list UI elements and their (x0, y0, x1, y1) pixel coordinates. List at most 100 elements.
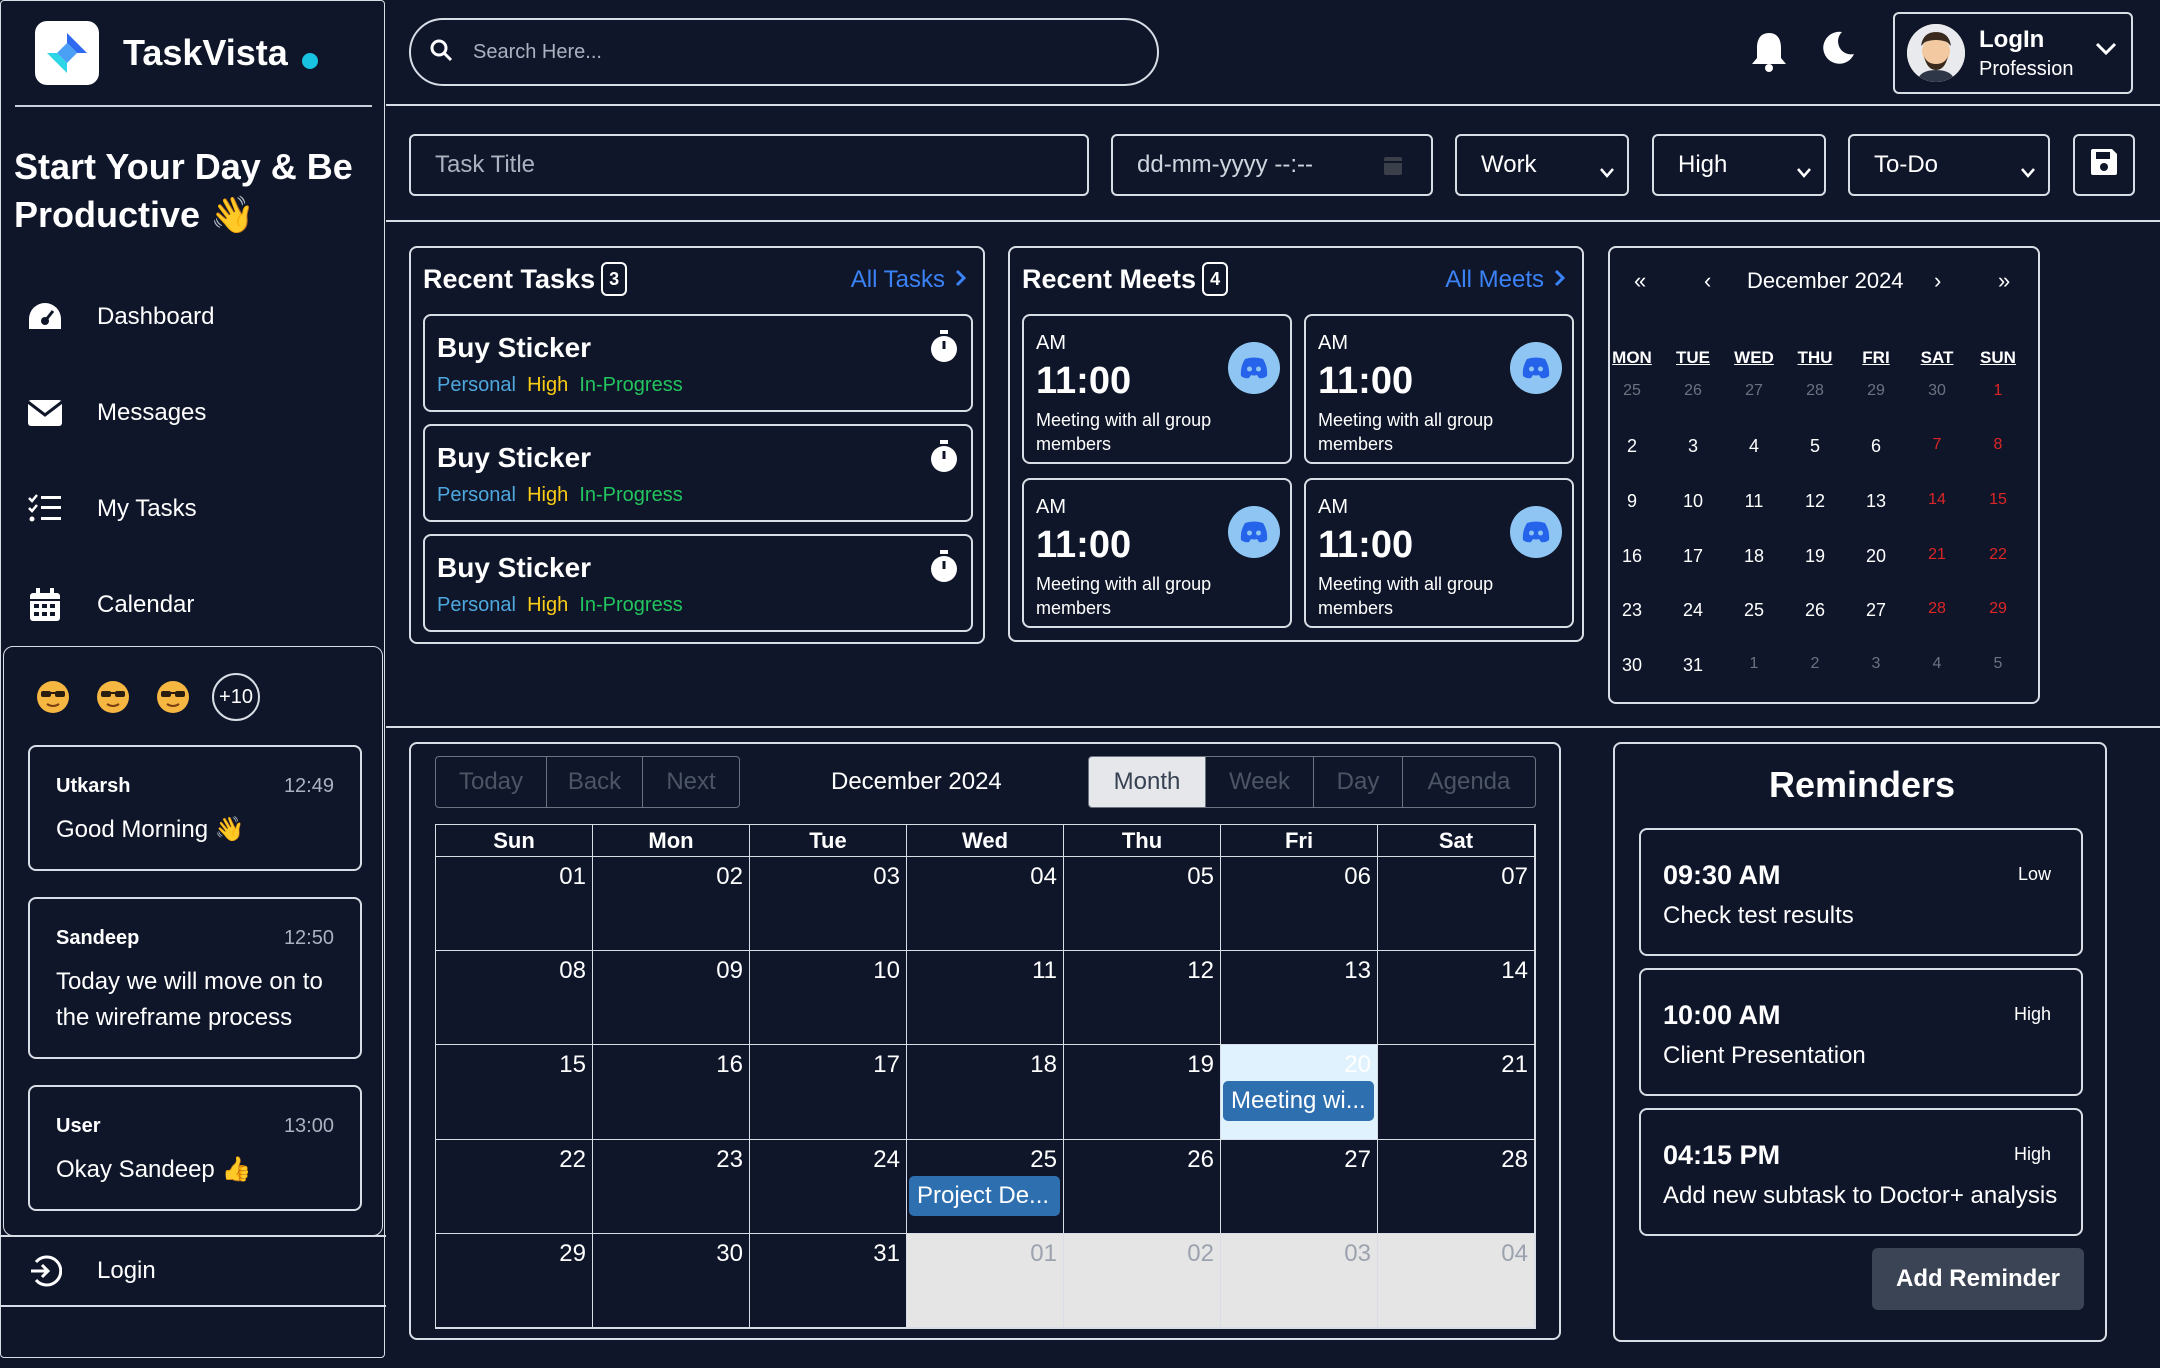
calendar-day-cell[interactable]: 27 (1221, 1140, 1378, 1234)
calendar-day-cell[interactable]: 19 (1064, 1045, 1221, 1140)
mini-calendar-day[interactable]: 24 (1668, 600, 1718, 621)
mini-calendar-day[interactable]: 17 (1668, 546, 1718, 567)
discord-icon[interactable] (1510, 342, 1562, 394)
mini-calendar-day[interactable]: 10 (1668, 491, 1718, 512)
mini-calendar-day[interactable]: 20 (1851, 546, 1901, 567)
calendar-day-cell[interactable]: 30 (593, 1234, 750, 1328)
mini-calendar-day[interactable]: 16 (1607, 546, 1657, 567)
task-title-input[interactable]: Task Title (409, 134, 1089, 196)
mini-calendar-day[interactable]: 9 (1607, 491, 1657, 512)
mini-calendar-day[interactable]: 19 (1790, 546, 1840, 567)
calendar-day-cell[interactable]: 14 (1378, 951, 1535, 1045)
reminder-card[interactable]: 04:15 PM High Add new subtask to Doctor+… (1639, 1108, 2083, 1236)
mini-calendar-day[interactable]: 3 (1851, 655, 1901, 673)
calendar-day-cell[interactable]: 04 (907, 857, 1064, 951)
prev-month-button[interactable]: ‹ (1704, 268, 1711, 294)
meet-card[interactable]: AM 11:00 Meeting with all group members (1304, 314, 1574, 464)
next-month-button[interactable]: › (1934, 268, 1941, 294)
mini-calendar-day[interactable]: 27 (1729, 382, 1779, 400)
task-card[interactable]: Buy Sticker Personal High In-Progress (423, 314, 973, 412)
add-reminder-button[interactable]: Add Reminder (1872, 1248, 2084, 1310)
calendar-day-cell[interactable]: 31 (750, 1234, 907, 1328)
reminder-card[interactable]: 09:30 AM Low Check test results (1639, 828, 2083, 956)
all-meets-link[interactable]: All Meets (1445, 266, 1566, 294)
mini-calendar-day[interactable]: 29 (1851, 382, 1901, 400)
more-participants-badge[interactable]: +10 (212, 673, 260, 721)
calendar-day-cell[interactable]: 02 (593, 857, 750, 951)
mini-calendar-day[interactable]: 15 (1973, 491, 2023, 509)
login-button[interactable]: Login (1, 1235, 386, 1307)
mini-calendar-day[interactable]: 7 (1912, 436, 1962, 454)
calendar-day-cell[interactable]: 09 (593, 951, 750, 1045)
priority-select[interactable]: High (1652, 134, 1826, 196)
bell-icon[interactable] (1749, 30, 1789, 77)
mini-calendar-day[interactable]: 26 (1668, 382, 1718, 400)
mini-calendar-day[interactable]: 29 (1973, 600, 2023, 618)
calendar-day-cell[interactable]: 03 (1221, 1234, 1378, 1328)
mini-calendar-day[interactable]: 11 (1729, 491, 1779, 512)
reminder-card[interactable]: 10:00 AM High Client Presentation (1639, 968, 2083, 1096)
mini-calendar-day[interactable]: 5 (1973, 655, 2023, 673)
avatar-emoji[interactable] (32, 676, 74, 718)
mini-calendar-day[interactable]: 28 (1912, 600, 1962, 618)
nav-item-dashboard[interactable]: Dashboard (1, 285, 386, 349)
prev-year-button[interactable]: « (1634, 268, 1646, 294)
mini-calendar-day[interactable]: 23 (1607, 600, 1657, 621)
chat-message[interactable]: Sandeep 12:50 Today we will move on to th… (28, 897, 362, 1059)
category-select[interactable]: Work (1455, 134, 1629, 196)
meet-card[interactable]: AM 11:00 Meeting with all group members (1022, 478, 1292, 628)
discord-icon[interactable] (1228, 506, 1280, 558)
back-button[interactable]: Back (546, 756, 643, 808)
taskvista-logo[interactable] (35, 21, 99, 85)
mini-calendar-day[interactable]: 18 (1729, 546, 1779, 567)
calendar-day-cell[interactable]: 02 (1064, 1234, 1221, 1328)
task-card[interactable]: Buy Sticker Personal High In-Progress (423, 534, 973, 632)
calendar-day-cell[interactable]: 04 (1378, 1234, 1535, 1328)
save-task-button[interactable] (2073, 134, 2135, 196)
mini-calendar-day[interactable]: 28 (1790, 382, 1840, 400)
discord-icon[interactable] (1228, 342, 1280, 394)
user-profile-menu[interactable]: LogIn Profession (1893, 12, 2133, 94)
view-month-button[interactable]: Month (1088, 756, 1206, 808)
view-agenda-button[interactable]: Agenda (1402, 756, 1536, 808)
mini-calendar-day[interactable]: 13 (1851, 491, 1901, 512)
calendar-day-cell[interactable]: 22 (436, 1140, 593, 1234)
calendar-day-cell[interactable]: 28 (1378, 1140, 1535, 1234)
calendar-day-cell[interactable]: 06 (1221, 857, 1378, 951)
calendar-day-cell[interactable]: 18 (907, 1045, 1064, 1140)
mini-calendar-day[interactable]: 12 (1790, 491, 1840, 512)
calendar-day-cell[interactable]: 10 (750, 951, 907, 1045)
mini-calendar-day[interactable]: 1 (1973, 382, 2023, 400)
mini-calendar-day[interactable]: 25 (1607, 382, 1657, 400)
next-button[interactable]: Next (642, 756, 740, 808)
avatar-emoji[interactable] (92, 676, 134, 718)
nav-item-my-tasks[interactable]: My Tasks (1, 477, 386, 541)
calendar-day-cell[interactable]: 21 (1378, 1045, 1535, 1140)
calendar-day-cell[interactable]: 01 (907, 1234, 1064, 1328)
mini-calendar-day[interactable]: 4 (1912, 655, 1962, 673)
mini-calendar-day[interactable]: 26 (1790, 600, 1840, 621)
status-select[interactable]: To-Do (1848, 134, 2050, 196)
mini-calendar-day[interactable]: 4 (1729, 436, 1779, 457)
calendar-day-cell[interactable]: 13 (1221, 951, 1378, 1045)
nav-item-calendar[interactable]: Calendar (1, 573, 386, 637)
mini-calendar-day[interactable]: 31 (1668, 655, 1718, 676)
mini-calendar-day[interactable]: 22 (1973, 546, 2023, 564)
calendar-day-cell[interactable]: 11 (907, 951, 1064, 1045)
view-week-button[interactable]: Week (1205, 756, 1314, 808)
all-tasks-link[interactable]: All Tasks (851, 266, 967, 294)
mini-calendar-day[interactable]: 3 (1668, 436, 1718, 457)
chat-message[interactable]: User 13:00 Okay Sandeep 👍 (28, 1085, 362, 1211)
stopwatch-icon[interactable] (929, 330, 959, 369)
mini-calendar-day[interactable]: 21 (1912, 546, 1962, 564)
calendar-day-cell[interactable]: 24 (750, 1140, 907, 1234)
mini-calendar-day[interactable]: 30 (1607, 655, 1657, 676)
calendar-day-cell[interactable]: 16 (593, 1045, 750, 1140)
calendar-day-cell[interactable]: 01 (436, 857, 593, 951)
calendar-day-cell[interactable]: 05 (1064, 857, 1221, 951)
meet-card[interactable]: AM 11:00 Meeting with all group members (1304, 478, 1574, 628)
calendar-day-cell[interactable]: 29 (436, 1234, 593, 1328)
calendar-day-cell[interactable]: 17 (750, 1045, 907, 1140)
today-button[interactable]: Today (435, 756, 547, 808)
mini-calendar-day[interactable]: 5 (1790, 436, 1840, 457)
